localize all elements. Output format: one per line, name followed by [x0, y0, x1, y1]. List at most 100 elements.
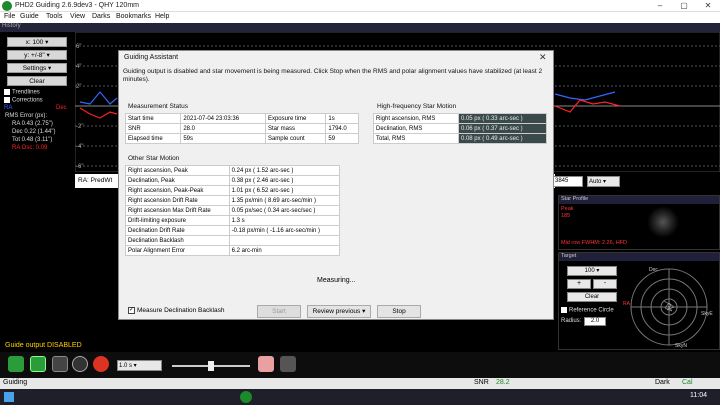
gain-field[interactable]: 3845: [553, 176, 583, 187]
gamma-slider-thumb[interactable]: [208, 361, 214, 371]
reference-circle-label: Reference Circle: [569, 307, 614, 314]
taskbar: 11:04: [0, 389, 720, 405]
hf-motion-heading: High-frequency Star Motion: [377, 103, 457, 110]
other-motion-table: Right ascension, Peak 0.24 px ( 1.52 arc-…: [125, 165, 341, 256]
skye-label: SkyE: [701, 311, 713, 317]
menu-guide[interactable]: Guide: [20, 13, 39, 20]
auto-label: Auto: [589, 179, 602, 185]
zoom-select[interactable]: 100 ▾: [567, 266, 617, 276]
snr-label: SNR: [474, 379, 489, 386]
cell: 0.06 px ( 0.37 arc-sec ): [457, 123, 548, 134]
auto-select[interactable]: Auto ▾: [587, 176, 620, 187]
star-thumbnail: [647, 206, 679, 238]
fwhm-text: Mid row FWHM: 2.26, HFD: [561, 240, 628, 246]
table-row: Polar Alignment Error 6.2 arc-min: [125, 245, 341, 256]
ra-axis-label: RA: [623, 301, 631, 307]
y-tick: -4": [76, 144, 83, 150]
cell: 28.0: [180, 123, 266, 134]
loop-icon[interactable]: [30, 356, 46, 372]
snr-value: 28.2: [496, 379, 510, 386]
cell: Star mass: [264, 123, 327, 134]
cell: Total, RMS: [373, 133, 459, 144]
cell: Right ascension, Peak: [125, 165, 230, 176]
measuring-status: Measuring...: [317, 277, 356, 284]
peak-label: Peak: [561, 206, 574, 212]
ra-osc: RA Osc: 0.09: [12, 145, 48, 151]
menu-darks[interactable]: Darks: [92, 13, 110, 20]
radius-label: Radius:: [561, 318, 582, 324]
status-mode: Guiding: [3, 379, 28, 386]
cell: 0.05 px ( 0.33 arc-sec ): [457, 113, 548, 124]
review-previous-button[interactable]: Review previous ▾: [307, 305, 371, 318]
cell: Polar Alignment Error: [125, 245, 230, 256]
radius-field[interactable]: 2.0: [584, 317, 606, 326]
table-row: SNR 28.0 Star mass 1794.0: [124, 123, 359, 134]
table-row: Declination, RMS 0.06 px ( 0.37 arc-sec ): [373, 123, 548, 134]
dec-axis-label: Dec: [649, 267, 658, 273]
cal-indicator: Cal: [682, 379, 693, 386]
guide-icon[interactable]: [72, 356, 88, 372]
cell: Right ascension Drift Rate: [125, 195, 230, 206]
windows-start-icon[interactable]: [4, 392, 14, 402]
exposure-value: 1.0 s: [119, 363, 133, 369]
minimize-button[interactable]: –: [648, 0, 672, 12]
phd2-taskbar-icon[interactable]: [240, 391, 252, 403]
connect-icon[interactable]: [8, 356, 24, 372]
cell: SNR: [124, 123, 182, 134]
cell: Right ascension, RMS: [373, 113, 459, 124]
settings-button[interactable]: Settings ▾: [7, 63, 67, 73]
cell: [228, 235, 341, 246]
zoom-in-button[interactable]: +: [567, 279, 591, 289]
exposure-select[interactable]: 1.0 s ▾: [117, 360, 162, 371]
close-window-button[interactable]: ✕: [696, 0, 720, 12]
cell: -0.18 px/min ( -1.16 arc-sec/min ): [228, 225, 341, 236]
y-tick: -6": [76, 164, 83, 170]
stop-button[interactable]: Stop: [377, 305, 421, 318]
table-row: Right ascension, Peak 0.24 px ( 1.52 arc-…: [125, 165, 341, 176]
dialog-title: Guiding Assistant: [124, 54, 179, 61]
rms-title: RMS Error (px):: [5, 113, 47, 119]
cell: 0.38 px ( 2.46 arc-sec ): [228, 175, 341, 186]
cell: 1s: [325, 113, 359, 124]
menu-view[interactable]: View: [70, 13, 85, 20]
star-select-icon[interactable]: [52, 356, 68, 372]
tools-icon[interactable]: [280, 356, 296, 372]
y-tick: 6": [76, 44, 81, 50]
measure-backlash-checkbox[interactable]: ✓ Measure Declination Backlash: [128, 307, 224, 314]
target-clear-button[interactable]: Clear: [567, 292, 617, 302]
dialog-message: Guiding output is disabled and star move…: [123, 68, 543, 83]
start-button[interactable]: Start: [257, 305, 301, 318]
x-scale-select[interactable]: x: 100 ▾: [7, 37, 67, 47]
menu-file[interactable]: File: [4, 13, 15, 20]
zoom-out-button[interactable]: -: [593, 279, 617, 289]
y-scale-select[interactable]: y: +/-8" ▾: [7, 50, 67, 60]
rms-dec: Dec 0.22 (1.44"): [12, 129, 56, 135]
corrections-checkbox[interactable]: Corrections: [4, 97, 43, 104]
corrections-label: Corrections: [12, 97, 43, 104]
measurement-status-heading: Measurement Status: [128, 103, 188, 110]
table-row: Right ascension Max Drift Rate 0.05 px/se…: [125, 205, 341, 216]
menu-bookmarks[interactable]: Bookmarks: [116, 13, 151, 20]
table-row: Total, RMS 0.08 px ( 0.49 arc-sec ): [373, 133, 548, 144]
dialog-close-button[interactable]: ✕: [539, 52, 547, 63]
skyn-label: SkyN: [675, 343, 687, 349]
rms-tot: Tot 0.48 (3.11"): [12, 137, 53, 143]
cell: 2021-07-04 23:03:36: [180, 113, 266, 124]
cell: Declination Backlash: [125, 235, 230, 246]
trendlines-label: Trendlines: [12, 89, 40, 96]
brain-icon[interactable]: [258, 356, 274, 372]
trendlines-checkbox[interactable]: Trendlines: [4, 89, 40, 96]
reference-circle-checkbox[interactable]: Reference Circle: [561, 307, 614, 314]
cell: 1794.0: [325, 123, 359, 134]
stop-icon[interactable]: [93, 356, 109, 372]
history-clear-button[interactable]: Clear: [7, 76, 67, 86]
ra-legend: RA: [4, 105, 13, 111]
maximize-button[interactable]: ▢: [672, 0, 696, 12]
ra-pred-label: RA: PredWt: [78, 177, 113, 184]
window-title: PHD2 Guiding 2.6.9dev3 - QHY 120mm: [15, 2, 139, 9]
cell: Drift-limiting exposure: [125, 215, 230, 226]
cell: Sample count: [264, 133, 327, 144]
menu-help[interactable]: Help: [155, 13, 169, 20]
menu-tools[interactable]: Tools: [46, 13, 62, 20]
table-row: Elapsed time 59s Sample count 59: [124, 133, 359, 144]
